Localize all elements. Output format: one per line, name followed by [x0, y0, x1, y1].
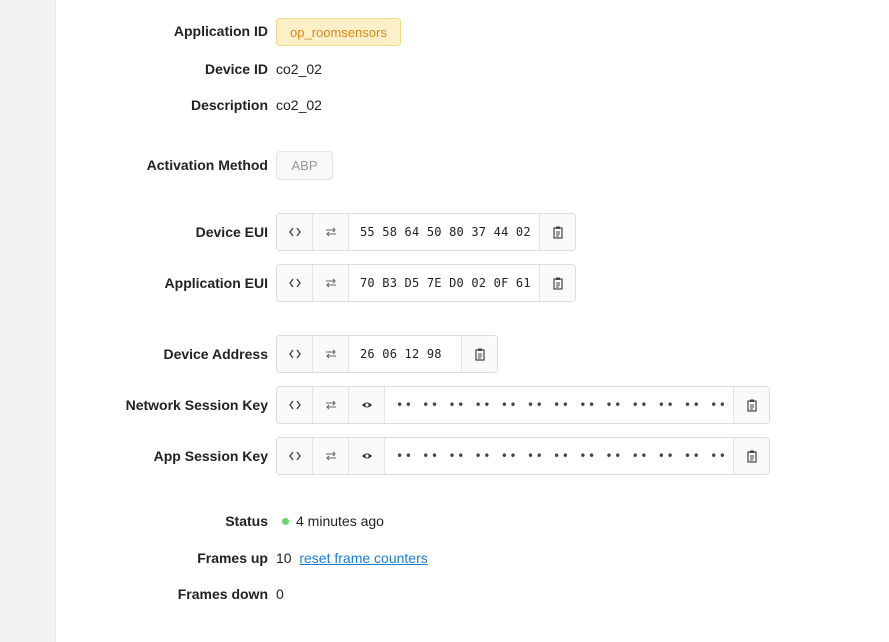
app-session-key-label: App Session Key — [153, 448, 268, 464]
status-value: 4 minutes ago — [296, 513, 384, 529]
status-label: Status — [225, 513, 268, 529]
reset-frame-counters-link[interactable]: reset frame counters — [299, 550, 427, 566]
activation-method-badge: ABP — [276, 151, 333, 180]
code-brackets-icon[interactable] — [277, 387, 313, 423]
clipboard-icon[interactable] — [461, 336, 497, 372]
activation-method-label: Activation Method — [146, 157, 268, 173]
swap-arrows-icon[interactable] — [313, 438, 349, 474]
eye-icon[interactable] — [349, 438, 385, 474]
device-address-label: Device Address — [163, 346, 268, 362]
frames-down-label: Frames down — [177, 586, 268, 602]
swap-arrows-icon[interactable] — [313, 336, 349, 372]
frames-up-row: 10 reset frame counters — [276, 550, 428, 566]
device-eui-label: Device EUI — [195, 224, 268, 240]
code-brackets-icon[interactable] — [277, 438, 313, 474]
network-session-key-field: •• •• •• •• •• •• •• •• •• •• •• •• •• •… — [276, 386, 770, 424]
application-eui-label: Application EUI — [164, 275, 268, 291]
code-brackets-icon[interactable] — [277, 265, 313, 301]
description-value: co2_02 — [276, 97, 322, 113]
frames-up-value: 10 — [276, 550, 292, 566]
swap-arrows-icon[interactable] — [313, 265, 349, 301]
swap-arrows-icon[interactable] — [313, 214, 349, 250]
device-eui-value[interactable]: 55 58 64 50 80 37 44 02 — [349, 214, 539, 250]
code-brackets-icon[interactable] — [277, 336, 313, 372]
status-online-dot — [282, 518, 289, 525]
frames-up-label: Frames up — [197, 550, 268, 566]
device-eui-field: 55 58 64 50 80 37 44 02 — [276, 213, 576, 251]
network-session-key-value[interactable]: •• •• •• •• •• •• •• •• •• •• •• •• •• •… — [385, 387, 733, 423]
code-brackets-icon[interactable] — [277, 214, 313, 250]
device-address-field: 26 06 12 98 — [276, 335, 498, 373]
application-eui-field: 70 B3 D5 7E D0 02 0F 61 — [276, 264, 576, 302]
network-session-key-label: Network Session Key — [125, 397, 268, 413]
application-id-label: Application ID — [173, 23, 268, 39]
frames-down-value: 0 — [276, 586, 284, 602]
device-id-value: co2_02 — [276, 61, 322, 77]
clipboard-icon[interactable] — [733, 387, 769, 423]
device-address-value[interactable]: 26 06 12 98 — [349, 336, 461, 372]
swap-arrows-icon[interactable] — [313, 387, 349, 423]
left-sidebar — [0, 0, 56, 642]
eye-icon[interactable] — [349, 387, 385, 423]
clipboard-icon[interactable] — [539, 265, 575, 301]
clipboard-icon[interactable] — [539, 214, 575, 250]
app-session-key-field: •• •• •• •• •• •• •• •• •• •• •• •• •• •… — [276, 437, 770, 475]
clipboard-icon[interactable] — [733, 438, 769, 474]
app-session-key-value[interactable]: •• •• •• •• •• •• •• •• •• •• •• •• •• •… — [385, 438, 733, 474]
application-eui-value[interactable]: 70 B3 D5 7E D0 02 0F 61 — [349, 265, 539, 301]
application-id-badge[interactable]: op_roomsensors — [276, 18, 401, 46]
device-id-label: Device ID — [204, 61, 268, 77]
description-label: Description — [190, 97, 268, 113]
